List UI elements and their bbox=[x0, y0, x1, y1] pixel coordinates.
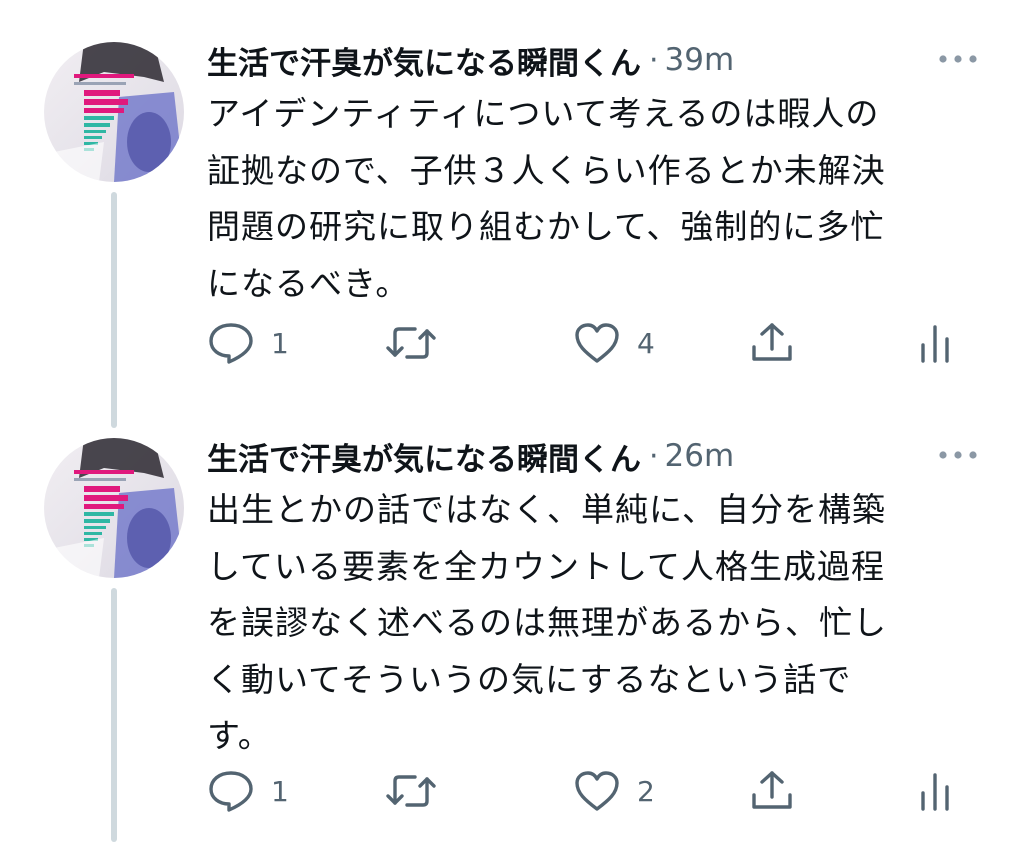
more-button[interactable] bbox=[936, 44, 980, 74]
thread-connector bbox=[111, 588, 117, 842]
retweet-icon bbox=[386, 775, 436, 807]
retweet-button[interactable] bbox=[385, 318, 437, 368]
tweet-text-line: を誤謬なく述べるのは無理があるから、忙し bbox=[207, 603, 887, 642]
timestamp[interactable]: 39m bbox=[665, 42, 735, 78]
share-button[interactable] bbox=[749, 766, 795, 816]
share-upload-icon bbox=[752, 323, 792, 361]
tweet-text: 出生とかの話ではなく、単純に、自分を構築 している要素を全カウントして人格生成過… bbox=[207, 482, 987, 765]
tweet-text-line: す。 bbox=[207, 716, 272, 755]
tweet-text-line: 出生とかの話ではなく、単純に、自分を構築 bbox=[207, 490, 887, 529]
tweet-text-line: になるべき。 bbox=[207, 263, 410, 303]
avatar[interactable] bbox=[44, 438, 184, 578]
retweet-icon bbox=[386, 327, 436, 359]
like-count: 4 bbox=[637, 326, 655, 360]
action-bar: 1 2 bbox=[207, 766, 987, 816]
timestamp[interactable]: 26m bbox=[665, 438, 735, 474]
like-button[interactable]: 2 bbox=[573, 766, 655, 816]
tweet-text-line: 問題の研究に取り組むかして、強制的に多忙 bbox=[207, 207, 885, 246]
separator-dot: · bbox=[649, 438, 659, 474]
avatar-image bbox=[49, 438, 184, 578]
separator-dot: · bbox=[649, 42, 659, 78]
more-dots-icon bbox=[939, 451, 977, 459]
tweet-header: 生活で汗臭が気になる瞬間くん · 26m bbox=[207, 432, 734, 480]
action-bar: 1 4 bbox=[207, 318, 987, 368]
share-upload-icon bbox=[752, 771, 792, 809]
tweet-text-line: している要素を全カウントして人格生成過程 bbox=[207, 546, 886, 586]
tweet-header: 生活で汗臭が気になる瞬間くん · 39m bbox=[207, 36, 734, 84]
retweet-button[interactable] bbox=[385, 766, 437, 816]
avatar[interactable] bbox=[44, 42, 184, 182]
heart-icon bbox=[575, 771, 619, 811]
author-name[interactable]: 生活で汗臭が気になる瞬間くん bbox=[207, 434, 641, 479]
tweet-text-line: アイデンティティについて考えるのは暇人の bbox=[207, 94, 880, 133]
analytics-bars-icon bbox=[921, 773, 949, 811]
avatar-image bbox=[49, 42, 184, 182]
reply-count: 1 bbox=[271, 774, 289, 808]
timeline: 生活で汗臭が気になる瞬間くん · 39m アイデンティティについて考えるのは暇人… bbox=[0, 0, 1024, 842]
like-button[interactable]: 4 bbox=[573, 318, 655, 368]
tweet-text: アイデンティティについて考えるのは暇人の 証拠なので、子供３人くらい作るとか未解… bbox=[207, 86, 987, 312]
author-name[interactable]: 生活で汗臭が気になる瞬間くん bbox=[207, 38, 641, 83]
more-dots-icon bbox=[939, 55, 977, 63]
more-button[interactable] bbox=[936, 440, 980, 470]
reply-button[interactable]: 1 bbox=[207, 766, 289, 816]
tweet[interactable]: 生活で汗臭が気になる瞬間くん · 26m 出生とかの話ではなく、単純に、自分を構… bbox=[0, 430, 1024, 842]
tweet[interactable]: 生活で汗臭が気になる瞬間くん · 39m アイデンティティについて考えるのは暇人… bbox=[0, 0, 1024, 430]
heart-icon bbox=[575, 323, 619, 363]
views-button[interactable] bbox=[917, 318, 953, 368]
tweet-text-line: く動いてそういうの気にするなという話で bbox=[207, 659, 852, 699]
like-count: 2 bbox=[637, 774, 655, 808]
reply-bubble-icon bbox=[209, 771, 253, 812]
tweet-text-line: 証拠なので、子供３人くらい作るとか未解決 bbox=[207, 150, 886, 190]
views-button[interactable] bbox=[917, 766, 953, 816]
reply-bubble-icon bbox=[209, 323, 253, 364]
analytics-bars-icon bbox=[921, 325, 949, 363]
thread-connector bbox=[111, 192, 117, 428]
reply-count: 1 bbox=[271, 326, 289, 360]
share-button[interactable] bbox=[749, 318, 795, 368]
reply-button[interactable]: 1 bbox=[207, 318, 289, 368]
